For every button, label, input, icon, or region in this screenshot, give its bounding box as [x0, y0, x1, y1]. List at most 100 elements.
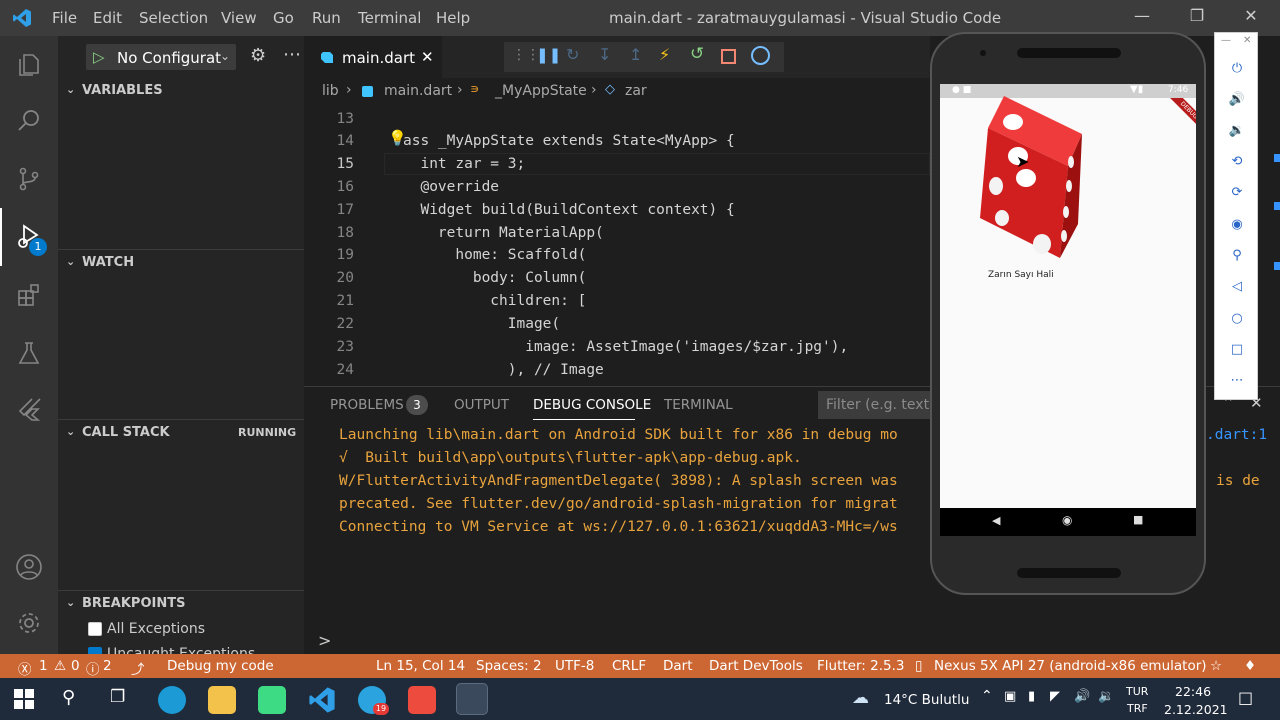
extensions-icon[interactable]: [14, 280, 44, 310]
camera-icon[interactable]: ◉: [1228, 217, 1246, 235]
battery-icon[interactable]: ▮: [1028, 689, 1035, 704]
menu-go[interactable]: Go: [273, 9, 294, 27]
error-icon[interactable]: Ⓧ: [18, 658, 32, 678]
source-link[interactable]: .dart:1: [1206, 427, 1267, 443]
search-icon[interactable]: [14, 106, 44, 136]
source-control-icon[interactable]: [14, 164, 44, 194]
breadcrumb-lib[interactable]: lib: [322, 83, 339, 99]
tab-terminal[interactable]: TERMINAL: [664, 397, 733, 413]
tray-chevron-up-icon[interactable]: ⌃: [981, 688, 993, 704]
testing-icon[interactable]: [14, 338, 44, 368]
menu-terminal[interactable]: Terminal: [358, 9, 421, 27]
rotate-right-icon[interactable]: ⟳: [1228, 185, 1246, 203]
windows-start-icon[interactable]: [14, 689, 34, 709]
info-count[interactable]: 2: [103, 658, 112, 674]
indentation[interactable]: Spaces: 2: [476, 658, 542, 674]
file-explorer-icon[interactable]: [208, 686, 236, 714]
explorer-icon[interactable]: [14, 50, 44, 80]
step-into-icon[interactable]: ↧: [598, 45, 611, 64]
input-lang-2[interactable]: TRF: [1127, 702, 1148, 715]
watch-section[interactable]: ⌄ WATCH: [58, 249, 304, 275]
warning-icon[interactable]: ⚠: [54, 658, 66, 674]
uncaught-exceptions-row[interactable]: Uncaught Exceptions: [88, 645, 298, 654]
input-lang-1[interactable]: TUR: [1126, 685, 1148, 698]
flutter-version[interactable]: Flutter: 2.5.3: [817, 658, 904, 674]
restore-icon[interactable]: ❐: [1186, 6, 1208, 28]
debug-label[interactable]: Debug my code: [167, 658, 274, 674]
zoom-icon[interactable]: ⚲: [1228, 248, 1246, 266]
menu-help[interactable]: Help: [436, 9, 470, 27]
flutter-icon[interactable]: [14, 394, 44, 424]
volume-icon[interactable]: 🔊: [1074, 689, 1090, 704]
error-count[interactable]: 1: [39, 658, 48, 674]
edge-icon[interactable]: [158, 686, 186, 714]
pause-icon[interactable]: ❚❚: [536, 46, 561, 64]
inspect-widget-icon[interactable]: [751, 46, 770, 65]
console-prompt[interactable]: >: [318, 631, 331, 650]
step-over-icon[interactable]: ↻: [566, 45, 579, 64]
emu-minimize-icon[interactable]: —: [1221, 35, 1231, 46]
volume-down-icon[interactable]: 🔉: [1228, 123, 1246, 141]
device-icon[interactable]: ▯: [915, 658, 922, 674]
start-debug-button[interactable]: ▷ No Configurat ⌄: [86, 44, 236, 70]
action-center-icon[interactable]: □: [1238, 688, 1253, 707]
uncaught-exceptions-checkbox[interactable]: [88, 647, 102, 654]
close-tab-icon[interactable]: ✕: [421, 48, 434, 66]
emu-more-icon[interactable]: ⋯: [1228, 373, 1246, 391]
jetbrains-icon[interactable]: [408, 686, 436, 714]
weather-text[interactable]: 14°C Bulutlu: [884, 692, 969, 708]
task-view-icon[interactable]: ❐: [110, 687, 125, 707]
info-icon[interactable]: ⓘ: [86, 658, 100, 678]
variables-section[interactable]: ⌄ VARIABLES: [58, 78, 304, 104]
clock-date[interactable]: 2.12.2021: [1164, 702, 1228, 717]
language-mode[interactable]: Dart: [663, 658, 693, 674]
step-out-icon[interactable]: ↥: [629, 45, 642, 64]
account-icon[interactable]: [14, 552, 44, 582]
console-filter-input[interactable]: Filter (e.g. text, !e: [818, 391, 930, 419]
taskbar-search-icon[interactable]: ⚲: [62, 687, 75, 708]
cursor-position[interactable]: Ln 15, Col 14: [376, 658, 465, 674]
power-icon[interactable]: ⏻: [1228, 61, 1246, 79]
rotate-left-icon[interactable]: ⟲: [1228, 154, 1246, 172]
minimize-icon[interactable]: —: [1131, 6, 1153, 28]
tab-main-dart[interactable]: main.dart ✕: [304, 36, 442, 78]
home-icon[interactable]: ○: [1228, 311, 1246, 329]
tab-output[interactable]: OUTPUT: [454, 397, 509, 413]
nav-overview-icon[interactable]: ■: [1133, 513, 1143, 526]
tray-app-icon[interactable]: ▣: [1004, 689, 1016, 704]
console-output[interactable]: Launching lib\main.dart on Android SDK b…: [304, 423, 930, 613]
emu-close-icon[interactable]: ✕: [1243, 35, 1251, 46]
nav-home-icon[interactable]: ◉: [1062, 513, 1072, 527]
speaker-icon[interactable]: 🔉: [1098, 689, 1114, 704]
all-exceptions-checkbox[interactable]: [88, 622, 102, 636]
feedback-icon[interactable]: ☆: [1210, 658, 1222, 674]
overview-icon[interactable]: □: [1228, 342, 1246, 360]
emulator-taskbar-icon[interactable]: [456, 683, 488, 715]
menu-selection[interactable]: Selection: [139, 9, 208, 27]
close-window-icon[interactable]: ✕: [1240, 6, 1262, 28]
warning-count[interactable]: 0: [71, 658, 80, 674]
breadcrumb-field[interactable]: zar: [625, 83, 647, 99]
debug-settings-gear-icon[interactable]: ⚙: [250, 45, 266, 66]
line-endings[interactable]: CRLF: [612, 658, 646, 674]
breakpoints-section[interactable]: ⌄ BREAKPOINTS: [58, 590, 304, 616]
android-studio-icon[interactable]: [258, 686, 286, 714]
dart-devtools[interactable]: Dart DevTools: [709, 658, 803, 674]
volume-up-icon[interactable]: 🔊: [1228, 92, 1246, 110]
menu-edit[interactable]: Edit: [93, 9, 122, 27]
tab-debug-console[interactable]: DEBUG CONSOLE: [533, 397, 651, 413]
menu-view[interactable]: View: [221, 9, 257, 27]
device-selector[interactable]: Nexus 5X API 27 (android-x86 emulator): [934, 658, 1207, 674]
more-actions-icon[interactable]: ⋯: [283, 44, 301, 65]
menu-run[interactable]: Run: [312, 9, 341, 27]
restart-icon[interactable]: ↺: [690, 44, 704, 64]
settings-gear-icon[interactable]: [14, 608, 44, 638]
all-exceptions-row[interactable]: All Exceptions: [88, 620, 298, 642]
debug-icon[interactable]: ⤴: [131, 658, 145, 678]
back-icon[interactable]: ◁: [1228, 279, 1246, 297]
hot-reload-icon[interactable]: ⚡: [659, 45, 670, 64]
network-icon[interactable]: ◤: [1050, 689, 1060, 704]
tab-problems[interactable]: PROBLEMS: [330, 397, 404, 413]
encoding[interactable]: UTF-8: [555, 658, 594, 674]
breadcrumb-class[interactable]: _MyAppState: [495, 83, 587, 99]
